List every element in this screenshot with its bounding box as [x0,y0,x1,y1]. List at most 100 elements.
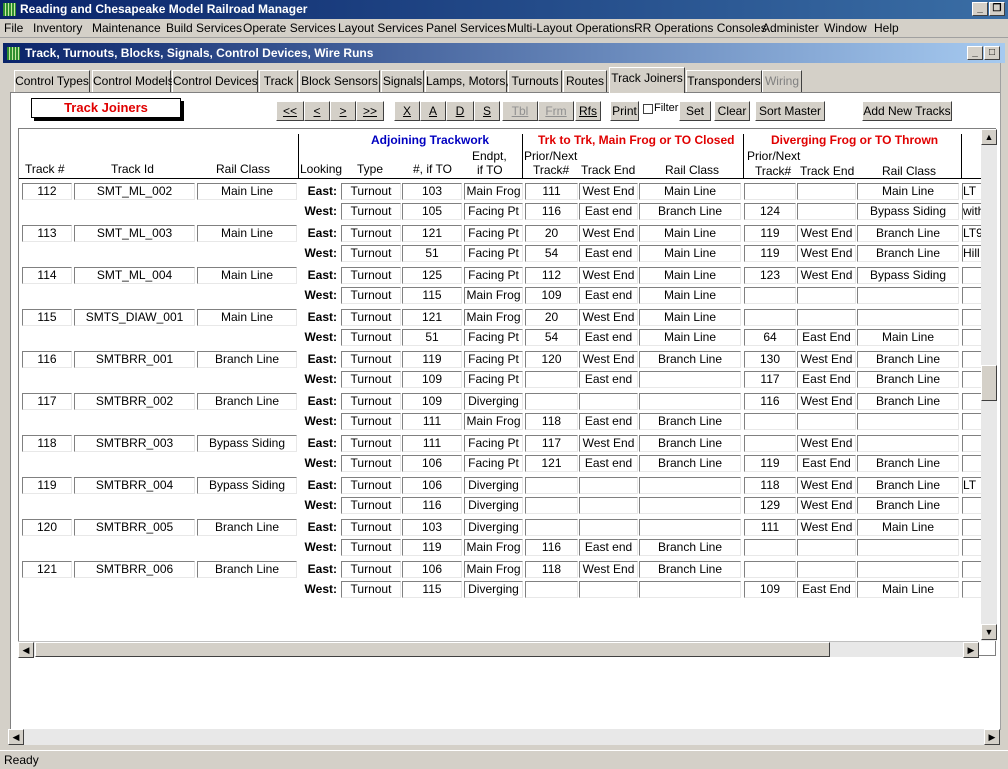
west-cell[interactable] [857,539,959,556]
tab-block-sensors[interactable]: Block Sensors [299,70,380,92]
east-cell[interactable]: 106 [402,477,462,494]
east-cell[interactable] [525,477,578,494]
east-cell[interactable]: Branch Line [639,435,741,452]
track-id-field[interactable]: SMTBRR_006 [74,561,195,578]
west-cell[interactable]: Main Line [857,329,959,346]
east-cell[interactable]: West End [579,225,638,242]
menu-layout-services[interactable]: Layout Services [338,21,423,35]
west-cell[interactable]: East End [797,371,856,388]
west-cell[interactable]: 121 [525,455,578,472]
scroll-down-icon[interactable]: ▼ [981,624,997,640]
track-num-field[interactable]: 116 [22,351,72,368]
west-cell[interactable]: 115 [402,287,462,304]
east-cell[interactable] [744,309,796,326]
nav-button-3[interactable]: >> [356,101,384,121]
east-cell[interactable]: Diverging [464,393,523,410]
west-cell[interactable]: Turnout [341,581,401,598]
east-cell[interactable]: Turnout [341,477,401,494]
west-cell[interactable]: East end [579,203,638,220]
west-cell[interactable]: East end [579,287,638,304]
track-id-field[interactable]: SMTBRR_001 [74,351,195,368]
tab-wiring[interactable]: Wiring [762,70,802,92]
west-cell[interactable]: Turnout [341,329,401,346]
east-cell[interactable]: 20 [525,225,578,242]
west-cell[interactable] [797,413,856,430]
west-cell[interactable]: Turnout [341,455,401,472]
west-cell[interactable]: Facing Pt [464,329,523,346]
maximize-child-icon[interactable]: □ [984,46,1000,60]
west-cell[interactable]: 116 [402,497,462,514]
east-cell[interactable]: 20 [525,309,578,326]
east-cell[interactable]: Turnout [341,561,401,578]
east-cell[interactable]: Main Frog [464,309,523,326]
west-cell[interactable]: 117 [744,371,796,388]
rail-class-field[interactable]: Branch Line [197,519,297,536]
nav-button-9[interactable]: Frm [538,101,574,121]
sort-master-button[interactable]: Sort Master [755,101,825,121]
west-cell[interactable] [579,497,638,514]
form-horizontal-scrollbar[interactable]: ◀ ▶ [8,729,1000,745]
east-cell[interactable]: Bypass Siding [857,267,959,284]
grid-vscroll-thumb[interactable] [981,365,997,401]
track-id-field[interactable]: SMT_ML_004 [74,267,195,284]
west-cell[interactable]: East end [579,371,638,388]
east-cell[interactable]: Turnout [341,393,401,410]
east-cell[interactable]: West End [797,225,856,242]
west-cell[interactable]: Facing Pt [464,203,523,220]
restore-icon[interactable]: ❐ [989,2,1005,16]
west-cell[interactable]: 109 [402,371,462,388]
west-cell[interactable]: Turnout [341,539,401,556]
west-cell[interactable] [579,581,638,598]
nav-button-8[interactable]: Tbl [502,101,538,121]
scroll-right-icon[interactable]: ▶ [963,642,979,658]
east-cell[interactable]: 130 [744,351,796,368]
east-cell[interactable]: West End [579,561,638,578]
west-cell[interactable]: Facing Pt [464,245,523,262]
west-cell[interactable]: Main Frog [464,287,523,304]
east-cell[interactable]: Turnout [341,225,401,242]
west-cell[interactable]: Turnout [341,203,401,220]
west-cell[interactable]: 115 [402,581,462,598]
west-cell[interactable]: Branch Line [857,497,959,514]
nav-button-10[interactable]: Rfs [575,101,601,121]
east-cell[interactable]: Facing Pt [464,225,523,242]
west-cell[interactable]: West End [797,245,856,262]
east-cell[interactable] [857,561,959,578]
west-cell[interactable]: Facing Pt [464,371,523,388]
tab-control-devices[interactable]: Control Devices [172,70,258,92]
west-cell[interactable]: 109 [744,581,796,598]
minimize-child-icon[interactable]: _ [967,46,983,60]
west-cell[interactable]: 124 [744,203,796,220]
east-cell[interactable] [797,561,856,578]
east-cell[interactable]: West End [797,351,856,368]
west-cell[interactable]: East end [579,413,638,430]
west-cell[interactable]: East End [797,455,856,472]
east-cell[interactable]: Branch Line [857,225,959,242]
west-cell[interactable]: Branch Line [857,371,959,388]
east-cell[interactable] [639,393,741,410]
tab-signals[interactable]: Signals [381,70,424,92]
west-cell[interactable]: Diverging [464,497,523,514]
rail-class-field[interactable]: Branch Line [197,561,297,578]
east-cell[interactable]: 123 [744,267,796,284]
west-cell[interactable]: Main Line [639,329,741,346]
west-cell[interactable]: Turnout [341,413,401,430]
east-cell[interactable]: Branch Line [639,351,741,368]
west-cell[interactable] [525,371,578,388]
east-cell[interactable] [579,519,638,536]
east-cell[interactable]: 120 [525,351,578,368]
form-vertical-scrollbar[interactable] [1000,63,1008,730]
rail-class-field[interactable]: Branch Line [197,351,297,368]
west-cell[interactable]: Main Line [857,581,959,598]
menu-help[interactable]: Help [874,21,899,35]
west-cell[interactable]: 51 [402,245,462,262]
menu-build-services[interactable]: Build Services [166,21,242,35]
west-cell[interactable] [744,413,796,430]
print-button[interactable]: Print [610,101,639,121]
menu-multi-layout-operations[interactable]: Multi-Layout Operations [507,21,634,35]
east-cell[interactable]: 118 [744,477,796,494]
nav-button-1[interactable]: < [304,101,330,121]
rail-class-field[interactable]: Main Line [197,183,297,200]
add-new-tracks-button[interactable]: Add New Tracks [862,101,952,121]
west-cell[interactable] [639,497,741,514]
